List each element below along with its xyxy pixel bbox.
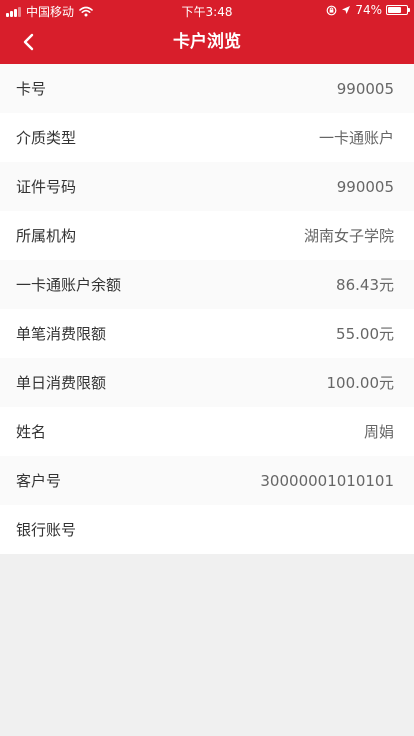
- row-label: 所属机构: [16, 227, 77, 245]
- row-value: 100.00元: [326, 374, 395, 392]
- status-bar: 中国移动 下午3:48 74%: [0, 0, 414, 20]
- orientation-lock-icon: [326, 5, 337, 15]
- battery-tip: [408, 8, 410, 12]
- row-label: 银行账号: [16, 521, 77, 539]
- row-label: 单笔消费限额: [16, 325, 107, 343]
- row-value: 55.00元: [336, 325, 394, 343]
- list-item: 单笔消费限额 55.00元: [0, 309, 414, 358]
- row-label: 一卡通账户余额: [16, 276, 122, 294]
- row-value: 86.43元: [336, 276, 394, 294]
- location-icon: [342, 6, 351, 14]
- status-right: 74%: [326, 3, 410, 17]
- list-item: 一卡通账户余额 86.43元: [0, 260, 414, 309]
- list-item: 客户号 30000001010101: [0, 456, 414, 505]
- list-item: 证件号码 990005: [0, 162, 414, 211]
- battery-icon: [386, 5, 410, 15]
- row-label: 卡号: [16, 80, 47, 98]
- row-label: 介质类型: [16, 129, 77, 147]
- page-title: 卡户浏览: [173, 32, 241, 52]
- row-value: 一卡通账户: [318, 129, 394, 147]
- battery-fill: [388, 7, 402, 13]
- row-label: 客户号: [16, 472, 62, 490]
- row-label: 姓名: [16, 423, 47, 441]
- row-label: 证件号码: [16, 178, 77, 196]
- row-value: 周娟: [363, 423, 394, 441]
- list-item: 所属机构 湖南女子学院: [0, 211, 414, 260]
- nav-bar: 卡户浏览: [0, 20, 414, 64]
- list-item: 单日消费限额 100.00元: [0, 358, 414, 407]
- list-item: 银行账号: [0, 505, 414, 554]
- row-label: 单日消费限额: [16, 374, 107, 392]
- row-value: 湖南女子学院: [303, 227, 394, 245]
- list-item: 卡号 990005: [0, 64, 414, 113]
- battery-percent: 74%: [355, 3, 382, 17]
- account-info-list: 卡号 990005 介质类型 一卡通账户 证件号码 990005 所属机构 湖南女子学院 一卡通…: [0, 64, 414, 554]
- list-item: 介质类型 一卡通账户: [0, 113, 414, 162]
- row-value: 990005: [336, 79, 394, 98]
- row-value: 30000001010101: [260, 471, 394, 490]
- list-item: 姓名 周娟: [0, 407, 414, 456]
- row-value: 990005: [336, 177, 394, 196]
